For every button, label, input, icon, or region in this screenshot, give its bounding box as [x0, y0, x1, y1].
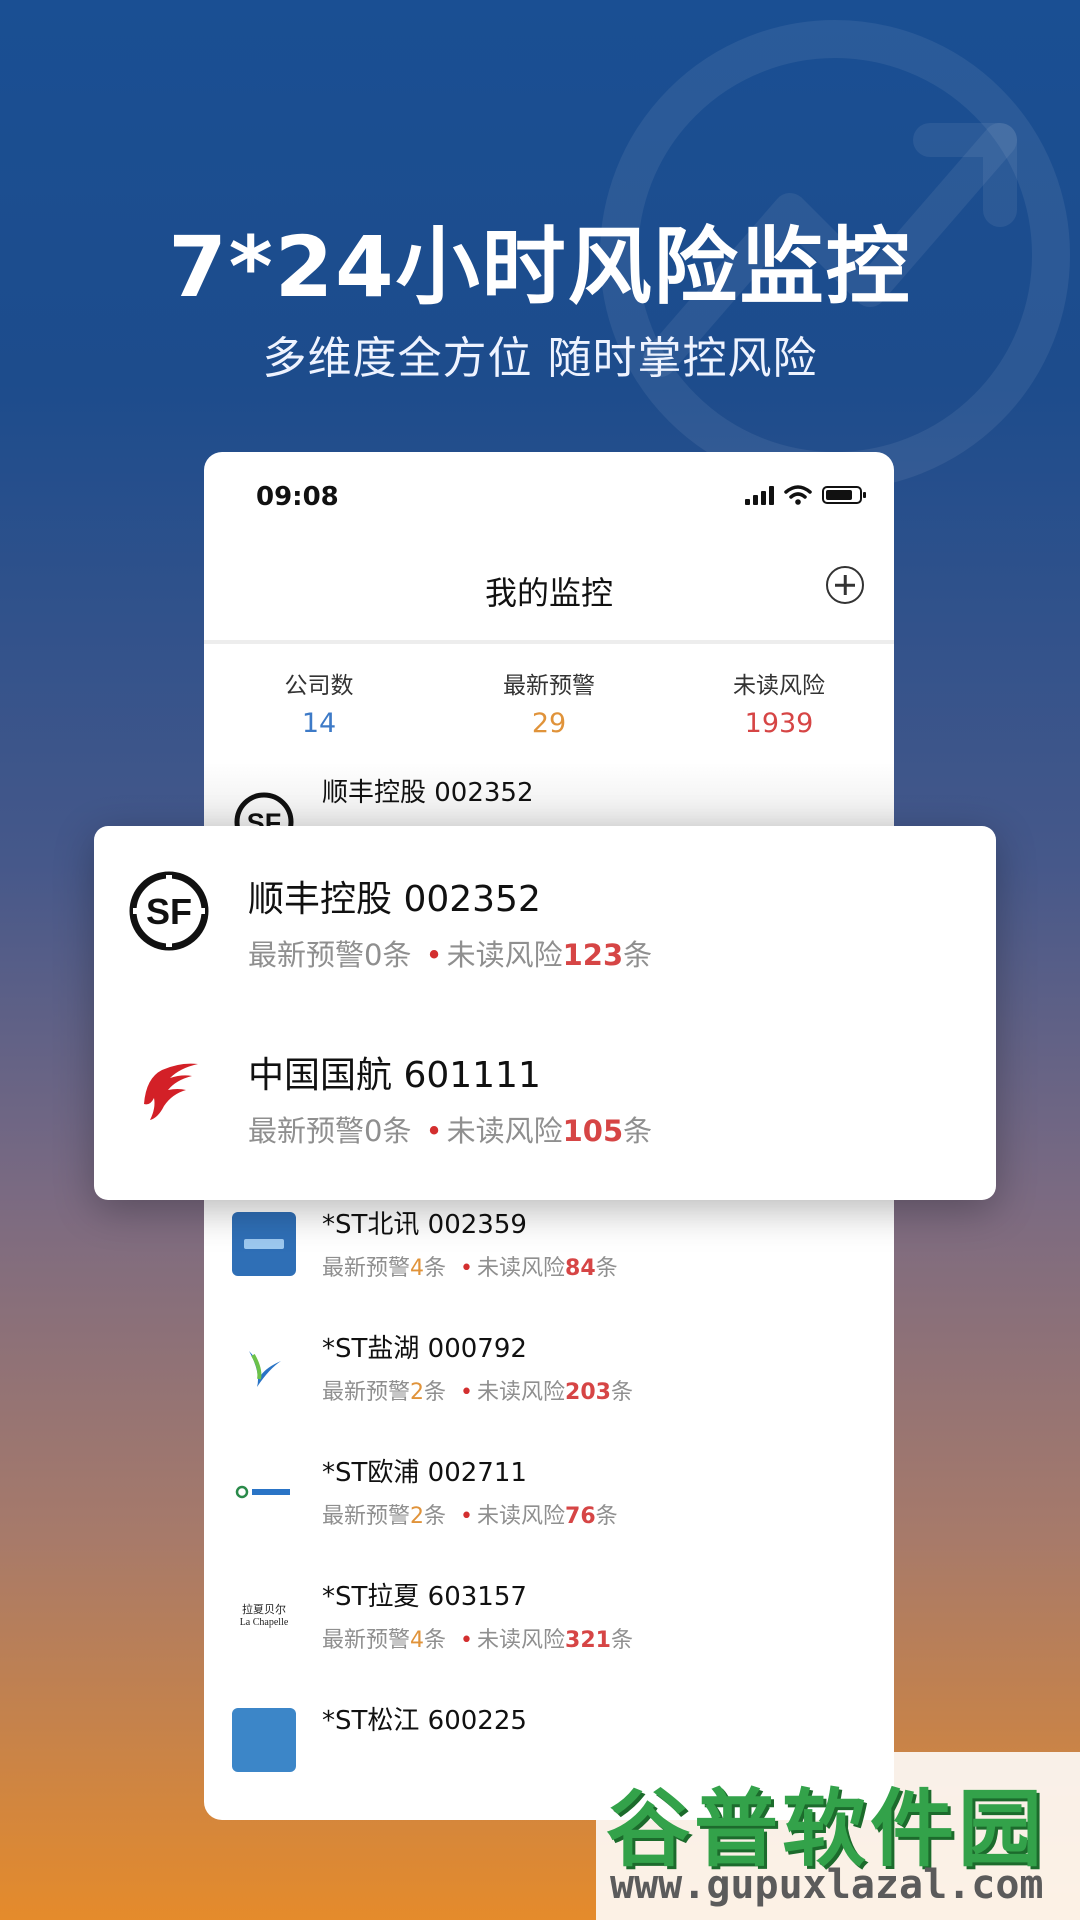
company-meta: 最新预警2条 • 未读风险203条: [322, 1380, 633, 1405]
stat-unread-risk[interactable]: 未读风险 1939: [664, 648, 894, 758]
watermark: 谷普软件园 www.gupuxlazal.com: [596, 1752, 1080, 1920]
company-name: 顺丰控股 002352: [248, 879, 541, 920]
svg-text:SF: SF: [146, 891, 192, 932]
oupu-logo-icon: [232, 1460, 296, 1524]
company-name: 中国国航 601111: [248, 1055, 541, 1096]
poster-headline: 7*24小时风险监控: [168, 218, 912, 316]
company-name: 顺丰控股 002352: [322, 778, 534, 808]
list-item[interactable]: *ST北讯 002359 最新预警4条 • 未读风险84条: [204, 1194, 894, 1318]
add-monitor-button[interactable]: [826, 566, 864, 604]
company-name: *ST松江 600225: [322, 1706, 527, 1736]
highlight-row[interactable]: 中国国航 601111 最新预警0条 • 未读风险105条: [94, 1002, 996, 1172]
company-meta: 最新预警0条 • 未读风险123条: [248, 938, 653, 972]
stat-value: 1939: [744, 708, 814, 739]
company-name: *ST拉夏 603157: [322, 1582, 527, 1612]
company-name: *ST盐湖 000792: [322, 1334, 527, 1364]
battery-icon: [822, 486, 866, 504]
sf-logo-icon: SF: [129, 871, 209, 951]
company-meta: 最新预警2条 • 未读风险76条: [322, 1504, 618, 1529]
status-icons: [745, 484, 866, 506]
stat-value: 29: [531, 708, 567, 739]
stat-label: 公司数: [284, 673, 354, 699]
beixun-logo-icon: [232, 1212, 296, 1276]
company-name: *ST北讯 002359: [322, 1210, 527, 1240]
nav-bar: 我的监控: [204, 532, 894, 644]
company-meta: 最新预警4条 • 未读风险321条: [322, 1628, 633, 1653]
highlight-row[interactable]: SF 顺丰控股 002352 最新预警0条 • 未读风险123条: [94, 826, 996, 996]
company-name: *ST欧浦 002711: [322, 1458, 527, 1488]
laxia-logo-icon: 拉夏贝尔 La Chapelle: [239, 1603, 289, 1628]
yanhu-logo-icon: [232, 1336, 296, 1400]
page-title: 我的监控: [484, 574, 613, 612]
status-bar: 09:08: [204, 452, 894, 532]
songjiang-logo-icon: [232, 1708, 296, 1772]
watermark-url: www.gupuxlazal.com: [610, 1862, 1044, 1908]
wifi-icon: [784, 485, 812, 505]
highlight-card: SF 顺丰控股 002352 最新预警0条 • 未读风险123条 中国国航 6011…: [94, 826, 996, 1200]
list-item[interactable]: *ST欧浦 002711 最新预警2条 • 未读风险76条: [204, 1442, 894, 1566]
list-item[interactable]: 拉夏贝尔 La Chapelle *ST拉夏 603157 最新预警4条 • 未读风…: [204, 1566, 894, 1690]
stat-latest-warning[interactable]: 最新预警 29: [434, 648, 664, 758]
cellular-signal-icon: [745, 485, 774, 505]
air-china-logo-icon: [144, 1063, 198, 1120]
poster-subline: 多维度全方位 随时掌控风险: [262, 333, 818, 384]
company-meta: 最新预警0条 • 未读风险105条: [248, 1114, 653, 1148]
stat-value: 14: [301, 708, 337, 739]
company-meta: 最新预警4条 • 未读风险84条: [322, 1256, 618, 1281]
status-time: 09:08: [256, 482, 339, 512]
stat-label: 最新预警: [503, 673, 595, 699]
stats-summary: 公司数 14 最新预警 29 未读风险 1939: [204, 648, 894, 758]
stat-label: 未读风险: [733, 673, 825, 699]
list-item[interactable]: *ST盐湖 000792 最新预警2条 • 未读风险203条: [204, 1318, 894, 1442]
stat-company-count[interactable]: 公司数 14: [204, 648, 434, 758]
